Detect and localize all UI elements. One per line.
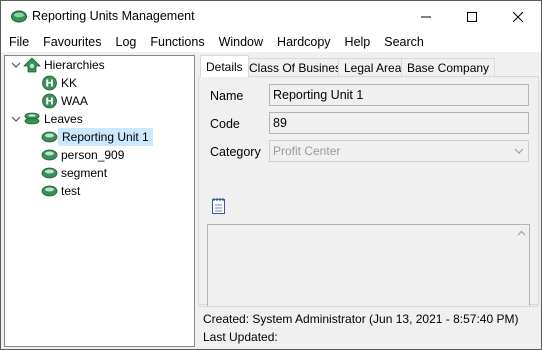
tree-label: WAA xyxy=(61,94,88,108)
tab-strip: Details Class Of Business Legal Area Bas… xyxy=(198,55,539,77)
tree-node-kk[interactable]: H KK xyxy=(41,74,80,92)
svg-text:H: H xyxy=(45,97,53,108)
tab-details[interactable]: Details xyxy=(200,55,249,77)
reporting-units-tree[interactable]: Hierarchies H KK H WAA Leaves Reporting … xyxy=(4,55,195,347)
notes-textarea[interactable] xyxy=(207,224,530,318)
window-title: Reporting Units Management xyxy=(32,9,195,23)
code-field[interactable]: 89 xyxy=(269,112,529,134)
tree-label: segment xyxy=(61,166,108,180)
maximize-button[interactable] xyxy=(449,1,495,32)
tree-node-hierarchies[interactable]: Hierarchies xyxy=(23,56,108,74)
hierarchy-h-icon: H xyxy=(42,75,57,91)
tree-node-test[interactable]: test xyxy=(41,182,83,200)
notepad-icon[interactable] xyxy=(211,197,226,214)
last-updated-text: Last Updated: xyxy=(203,330,278,344)
menu-window[interactable]: Window xyxy=(205,35,263,49)
chevron-down-icon[interactable] xyxy=(11,60,21,70)
maximize-icon xyxy=(467,11,477,22)
close-button[interactable] xyxy=(495,1,541,32)
audit-info: Created: System Administrator (Jun 13, 2… xyxy=(198,306,539,346)
reporting-unit-icon xyxy=(41,131,58,143)
app-window: Reporting Units Management File Favourit… xyxy=(0,0,542,350)
tree-node-segment[interactable]: segment xyxy=(41,164,110,182)
hierarchy-h-icon: H xyxy=(42,93,57,109)
code-label: Code xyxy=(210,117,240,131)
details-tab-content: Name Reporting Unit 1 Code 89 Category P… xyxy=(198,76,539,318)
tree-node-waa[interactable]: H WAA xyxy=(41,92,91,110)
tree-label: Hierarchies xyxy=(44,58,105,72)
menu-functions[interactable]: Functions xyxy=(136,35,204,49)
chevron-down-icon[interactable] xyxy=(11,114,21,124)
leaves-icon xyxy=(24,112,40,125)
reporting-unit-icon xyxy=(41,167,58,179)
category-label: Category xyxy=(210,145,261,159)
chevron-down-icon xyxy=(514,148,524,154)
menu-file[interactable]: File xyxy=(1,35,29,49)
tree-label: Reporting Unit 1 xyxy=(58,128,153,146)
reporting-unit-icon xyxy=(41,185,58,197)
tree-node-person-909[interactable]: person_909 xyxy=(41,146,127,164)
tree-label: Leaves xyxy=(44,112,83,126)
menu-help[interactable]: Help xyxy=(331,35,371,49)
name-field[interactable]: Reporting Unit 1 xyxy=(269,84,529,106)
menu-favourites[interactable]: Favourites xyxy=(29,35,101,49)
tab-legal-area[interactable]: Legal Area xyxy=(338,58,408,77)
tree-label: KK xyxy=(61,76,78,90)
category-select[interactable]: Profit Center xyxy=(269,140,529,162)
category-value: Profit Center xyxy=(273,144,341,158)
tab-base-company[interactable]: Base Company xyxy=(401,58,496,77)
detail-panel: Details Class Of Business Legal Area Bas… xyxy=(198,55,539,318)
menu-hardcopy[interactable]: Hardcopy xyxy=(263,35,331,49)
created-text: Created: System Administrator (Jun 13, 2… xyxy=(203,312,519,326)
minimize-button[interactable] xyxy=(403,1,449,32)
hierarchies-icon xyxy=(23,57,41,73)
title-bar: Reporting Units Management xyxy=(1,1,541,32)
app-icon xyxy=(11,10,27,23)
menu-bar: File Favourites Log Functions Window Har… xyxy=(1,32,541,52)
minimize-icon xyxy=(421,16,431,17)
menu-search[interactable]: Search xyxy=(370,35,424,49)
vertical-scrollbar[interactable] xyxy=(514,225,529,317)
tab-class-of-business[interactable]: Class Of Business xyxy=(243,58,354,77)
tree-label: test xyxy=(61,184,81,198)
reporting-unit-icon xyxy=(41,149,58,161)
tree-node-leaves[interactable]: Leaves xyxy=(23,110,86,128)
menu-log[interactable]: Log xyxy=(102,35,137,49)
svg-text:H: H xyxy=(45,79,53,90)
tree-node-reporting-unit-1[interactable]: Reporting Unit 1 xyxy=(41,128,153,146)
name-label: Name xyxy=(210,89,244,103)
tree-label: person_909 xyxy=(61,148,125,162)
close-icon xyxy=(513,11,523,22)
